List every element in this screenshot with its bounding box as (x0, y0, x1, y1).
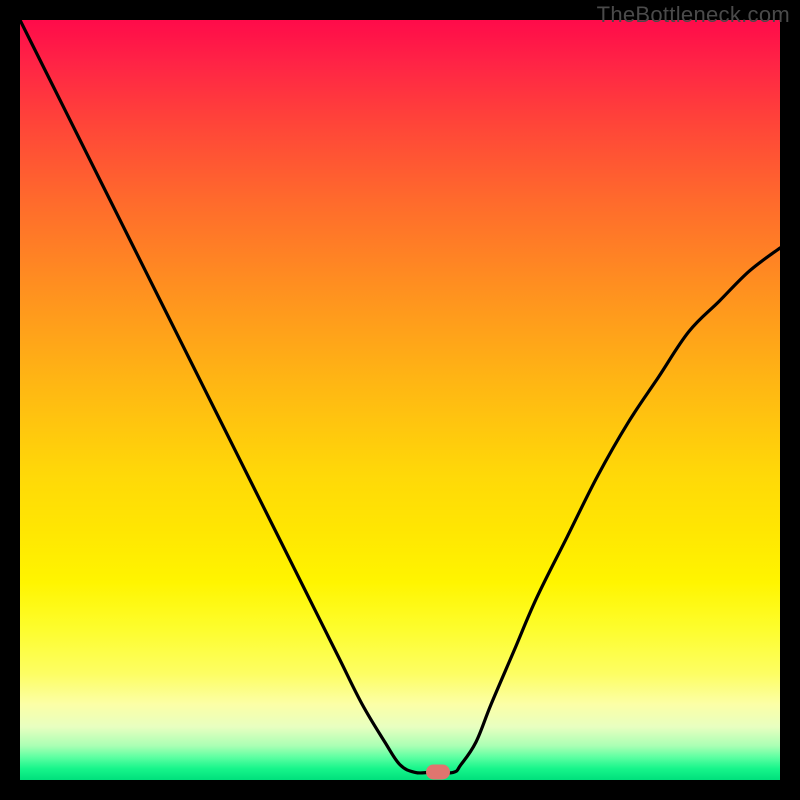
watermark-text: TheBottleneck.com (597, 2, 790, 28)
bottleneck-curve (20, 20, 780, 780)
optimal-point-marker (426, 765, 450, 780)
chart-frame: TheBottleneck.com (0, 0, 800, 800)
plot-area (20, 20, 780, 780)
